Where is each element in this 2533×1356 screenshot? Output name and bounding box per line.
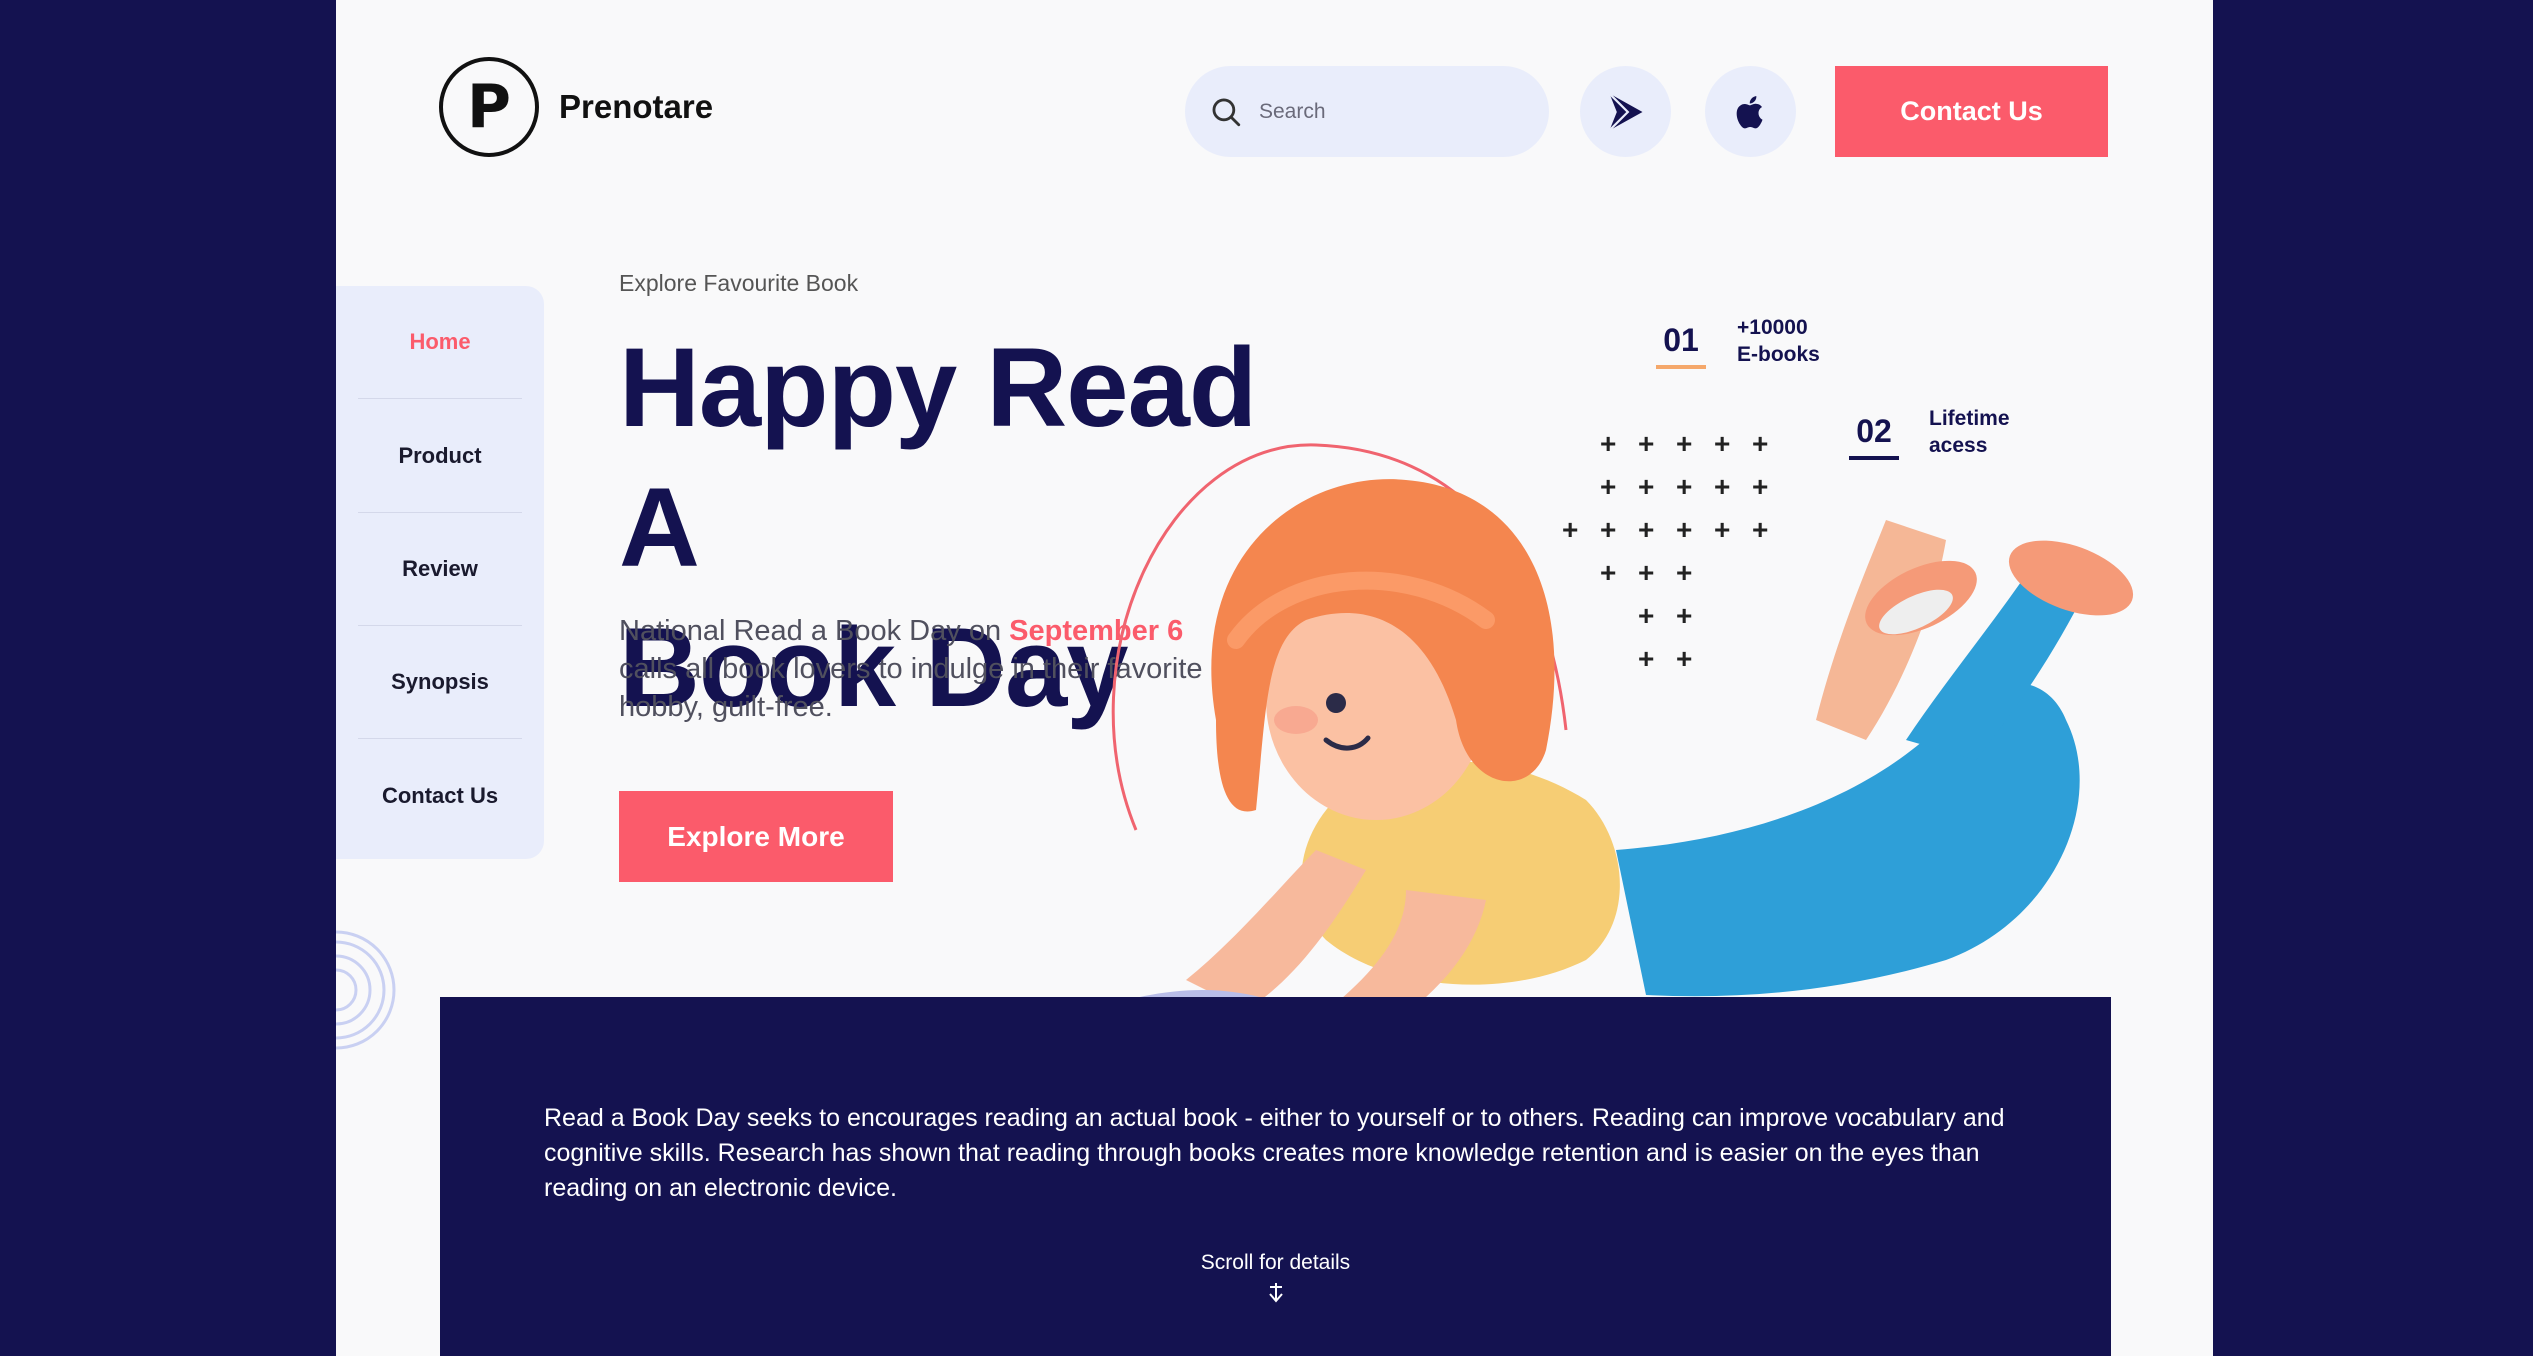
- hero-desc-prefix: National Read a Book Day on: [619, 615, 1010, 647]
- brand-name: Prenotare: [559, 88, 714, 125]
- nav-item-synopsis[interactable]: Synopsis: [358, 626, 522, 738]
- stat-label-2: Lifetime acess: [1929, 405, 2010, 459]
- stat-label-1-line-2: E-books: [1737, 343, 1820, 366]
- stat-label-2-line-1: Lifetime: [1929, 407, 2010, 430]
- stat-label-1: +10000 E-books: [1737, 314, 1820, 368]
- nav-divider: [358, 738, 522, 739]
- nav-item-product[interactable]: Product: [358, 400, 522, 512]
- arrow-down-icon[interactable]: [1267, 1281, 1285, 1305]
- apple-icon: [1736, 95, 1762, 128]
- nav-item-review[interactable]: Review: [358, 513, 522, 625]
- brand-logo[interactable]: P Prenotare: [439, 57, 713, 157]
- app-store-button[interactable]: [1705, 66, 1796, 157]
- decorative-ripple: [336, 930, 396, 1050]
- logo-icon: P: [439, 57, 539, 157]
- google-play-button[interactable]: [1580, 66, 1671, 157]
- nav-divider: [358, 398, 522, 399]
- scroll-hint[interactable]: Scroll for details: [440, 1251, 2111, 1275]
- stat-label-2-line-2: acess: [1929, 434, 1988, 457]
- contact-us-button[interactable]: Contact Us: [1835, 66, 2108, 157]
- google-play-icon: [1608, 92, 1642, 131]
- landing-page: P Prenotare Contact Us Home Product Revi…: [336, 0, 2213, 1356]
- explore-more-button[interactable]: Explore More: [619, 791, 893, 882]
- side-navigation: Home Product Review Synopsis Contact Us: [336, 286, 544, 859]
- search-icon: [1212, 98, 1241, 126]
- info-band: Read a Book Day seeks to encourages read…: [440, 997, 2111, 1356]
- search-input[interactable]: [1257, 98, 1521, 125]
- nav-item-contact[interactable]: Contact Us: [358, 740, 522, 852]
- stat-number-2: 02: [1849, 413, 1899, 460]
- hero-eyebrow: Explore Favourite Book: [619, 270, 859, 296]
- search-bar[interactable]: [1185, 66, 1549, 157]
- stat-number-1: 01: [1656, 322, 1706, 369]
- stat-label-1-line-1: +10000: [1737, 316, 1808, 339]
- info-text: Read a Book Day seeks to encourages read…: [544, 1104, 2005, 1202]
- nav-item-home[interactable]: Home: [358, 286, 522, 398]
